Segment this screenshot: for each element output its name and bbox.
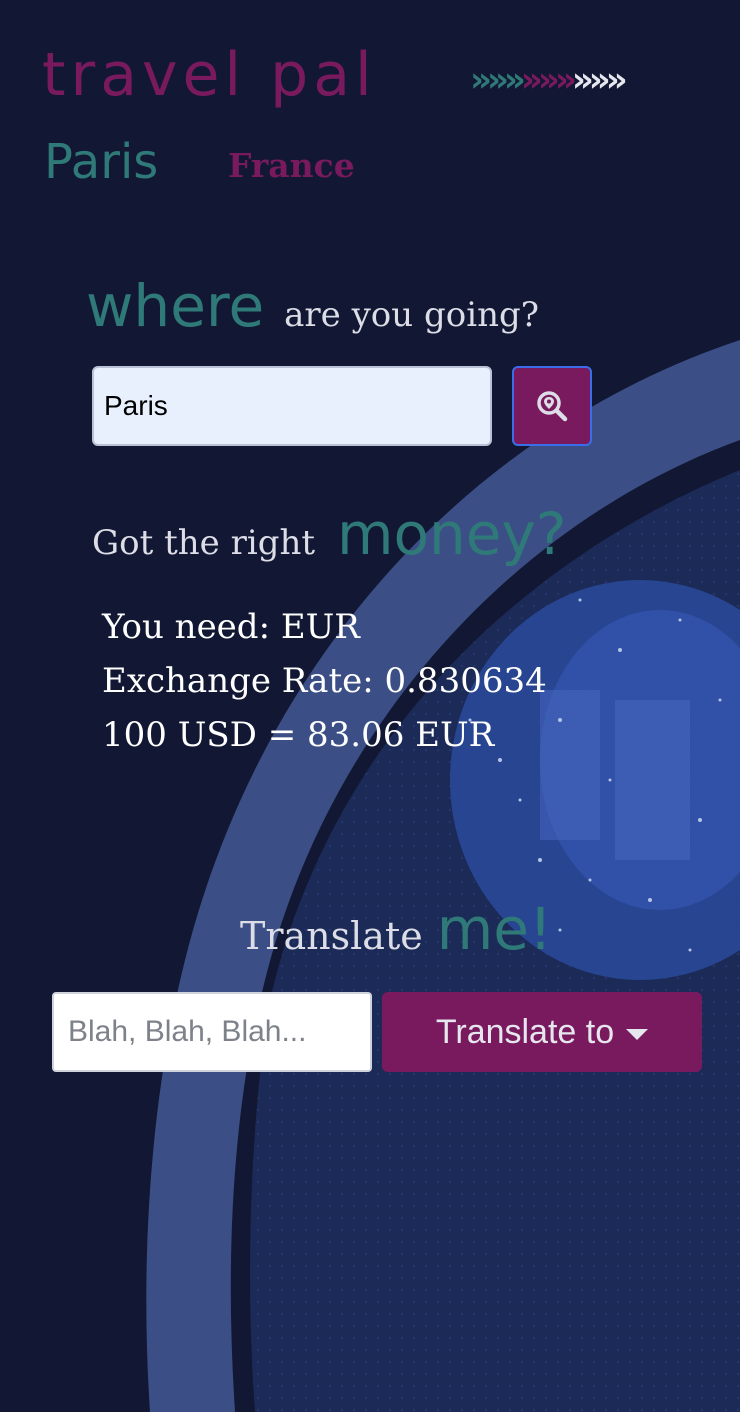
translate-heading-text: Translate <box>240 914 423 958</box>
chevrons-purple: »»» <box>520 60 577 100</box>
currency-info: You need: EUR Exchange Rate: 0.830634 10… <box>102 600 547 762</box>
destination-heading-accent: where <box>86 272 265 340</box>
exchange-rate: Exchange Rate: 0.830634 <box>102 661 547 701</box>
map-search-icon <box>537 391 568 422</box>
country-name: France <box>228 146 355 185</box>
translate-to-dropdown-button[interactable]: Translate to <box>382 992 702 1072</box>
chevrons-decoration: »»»»»»»»» <box>470 58 628 102</box>
translate-input[interactable] <box>52 992 372 1072</box>
destination-input[interactable] <box>92 366 492 446</box>
currency-needed: You need: EUR <box>102 607 360 647</box>
chevrons-white: »»» <box>571 60 628 100</box>
caret-down-icon <box>626 1028 649 1040</box>
destination-heading: where are you going? <box>86 272 539 342</box>
translate-heading: Translate me! <box>240 895 552 965</box>
brand-title: travel pal <box>42 40 377 110</box>
search-button[interactable] <box>512 366 592 446</box>
chevrons-teal: »»» <box>470 60 526 100</box>
translate-button-label: Translate to <box>435 1012 615 1051</box>
money-heading-accent: money? <box>337 500 567 568</box>
city-name: Paris <box>44 134 159 190</box>
translate-heading-accent: me! <box>436 895 553 963</box>
money-heading-text: Got the right <box>92 523 316 563</box>
destination-heading-text: are you going? <box>284 295 539 335</box>
money-heading: Got the right money? <box>92 500 567 570</box>
conversion-result: 100 USD = 83.06 EUR <box>102 715 495 755</box>
